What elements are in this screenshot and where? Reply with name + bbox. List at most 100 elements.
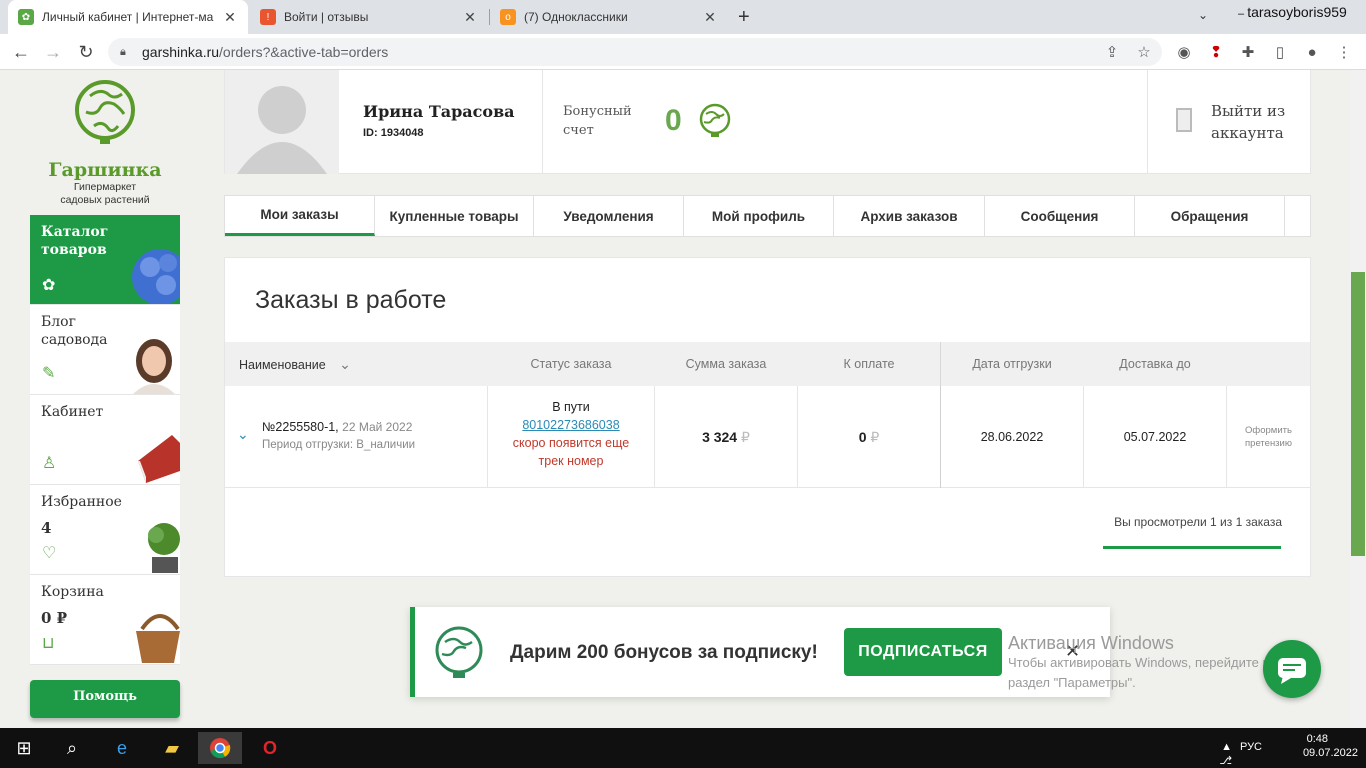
browser-tab-active[interactable]: ✿ Личный кабинет | Интернет-ма ✕ bbox=[8, 0, 248, 34]
otzovik-favicon-icon: ! bbox=[260, 9, 276, 25]
subscribe-button[interactable]: ПОДПИСАТЬСЯ bbox=[844, 628, 1002, 676]
logout-link[interactable]: Выйти из аккаунта bbox=[1211, 100, 1285, 144]
order-name-cell: ⌄ №2255580-1, 22 Май 2022 Период отгрузк… bbox=[225, 386, 488, 488]
sidebar-item-cabinet[interactable]: Кабинет ♙ bbox=[30, 395, 180, 485]
clock-date[interactable]: 09.07.2022 bbox=[1303, 746, 1358, 760]
delivery-date-cell: 05.07.2022 bbox=[1084, 386, 1227, 488]
user-id: ID: 1934048 bbox=[363, 127, 424, 139]
help-button[interactable]: Помощь bbox=[30, 680, 180, 718]
opera-icon[interactable]: O bbox=[248, 732, 292, 764]
column-header-sum: Сумма заказа bbox=[685, 357, 767, 371]
windows-start-icon[interactable]: ⊞ bbox=[2, 732, 46, 764]
avatar-placeholder-icon bbox=[237, 86, 327, 174]
account-tabs: Мои заказы Купленные товары Уведомления … bbox=[224, 195, 1311, 237]
url-host: garshinka.ru bbox=[142, 44, 220, 60]
tab-notifications[interactable]: Уведомления bbox=[534, 196, 684, 236]
claim-link[interactable]: Оформить претензию bbox=[1227, 386, 1310, 488]
sidebar-item-cart[interactable]: Корзина 0 ₽ ⊔ bbox=[30, 575, 180, 665]
browser-menu-icon[interactable]: ⋮ bbox=[1334, 42, 1354, 62]
close-tab-icon[interactable]: ✕ bbox=[222, 9, 238, 26]
extension-red-icon[interactable]: ❢ bbox=[1206, 42, 1226, 62]
table-row[interactable]: ⌄ №2255580-1, 22 Май 2022 Период отгрузк… bbox=[225, 386, 1310, 488]
chrome-logo bbox=[210, 738, 231, 759]
garshinka-favicon-icon: ✿ bbox=[18, 9, 34, 25]
currency-icon: ₽ bbox=[870, 429, 880, 445]
tab-purchased-goods[interactable]: Купленные товары bbox=[375, 196, 534, 236]
tracking-number-link[interactable]: 80102273686038 bbox=[522, 418, 619, 432]
tab-search-chevron-icon[interactable]: ⌄ bbox=[1198, 8, 1208, 22]
logout-door-icon[interactable] bbox=[1176, 108, 1192, 132]
clock-time[interactable]: 0:48 bbox=[1303, 732, 1328, 746]
side-panel-icon[interactable]: ▯ bbox=[1270, 42, 1290, 62]
pencil-icon: ✎ bbox=[42, 365, 56, 382]
sidebar-item-label: Блог садовода bbox=[41, 314, 108, 348]
browser-tab[interactable]: о (7) Одноклассники ✕ bbox=[490, 0, 728, 34]
basket-icon: ⊔ bbox=[42, 635, 55, 652]
sidebar-item-catalog[interactable]: Каталог товаров ✿ bbox=[30, 215, 180, 305]
search-icon[interactable]: ⌕ bbox=[50, 732, 94, 764]
browser-tab-bar: ✿ Личный кабинет | Интернет-ма ✕ ! Войти… bbox=[0, 0, 1366, 34]
column-header-to-pay: К оплате bbox=[843, 357, 895, 371]
back-arrow-icon[interactable]: ← bbox=[10, 41, 32, 63]
extension-film-icon[interactable]: ◉ bbox=[1174, 42, 1194, 62]
language-indicator[interactable]: РУС bbox=[1240, 740, 1262, 754]
order-to-pay-cell: 0 ₽ bbox=[798, 386, 941, 488]
chat-button[interactable] bbox=[1263, 640, 1321, 698]
track-note: скоро появится еще bbox=[512, 436, 630, 450]
close-tab-icon[interactable]: ✕ bbox=[462, 9, 478, 26]
avatar[interactable] bbox=[225, 70, 339, 174]
tab-order-archive[interactable]: Архив заказов bbox=[834, 196, 985, 236]
order-number-line: №2255580-1, 22 Май 2022 bbox=[262, 420, 412, 434]
chrome-icon[interactable] bbox=[198, 732, 242, 764]
bookmark-star-icon[interactable]: ☆ bbox=[1134, 42, 1154, 62]
flower-icon: ✿ bbox=[42, 277, 56, 294]
order-date: 22 Май 2022 bbox=[342, 420, 413, 434]
bonus-label: Бонусный счет bbox=[563, 104, 632, 138]
divider bbox=[1147, 70, 1148, 174]
close-tab-icon[interactable]: ✕ bbox=[702, 9, 718, 26]
share-icon[interactable]: ⇪ bbox=[1102, 42, 1122, 62]
brand-tagline: садовых растений bbox=[60, 194, 150, 206]
table-header: Наименование ⌄ Статус заказа Сумма заказ… bbox=[225, 342, 1310, 386]
tab-my-profile[interactable]: Мой профиль bbox=[684, 196, 834, 236]
sidebar-item-favorites[interactable]: Избранное 4 ♡ bbox=[30, 485, 180, 575]
extensions-puzzle-icon[interactable]: ✚ bbox=[1238, 42, 1258, 62]
delivery-date: 05.07.2022 bbox=[1123, 430, 1187, 444]
order-status-cell: В пути 80102273686038 скоро появится еще… bbox=[488, 386, 655, 488]
column-header-name[interactable]: Наименование ⌄ bbox=[239, 342, 351, 386]
tray-icons[interactable]: ▲ ⎇ ♪ bbox=[1219, 740, 1232, 768]
sidebar-item-blog[interactable]: Блог садовода ✎ bbox=[30, 305, 180, 395]
lock-icon: 🔒︎ bbox=[120, 45, 126, 58]
subscribe-banner: Дарим 200 бонусов за подписку! ПОДПИСАТЬ… bbox=[410, 607, 1110, 697]
internet-explorer-icon[interactable]: e bbox=[100, 732, 144, 764]
tab-requests[interactable]: Обращения bbox=[1135, 196, 1285, 236]
column-header-delivery: Доставка до bbox=[1119, 357, 1191, 371]
sidebar-item-label: Корзина bbox=[41, 584, 104, 600]
heart-icon: ♡ bbox=[42, 545, 57, 562]
new-tab-icon[interactable]: + bbox=[738, 6, 750, 29]
windows-activation-watermark: Активация Windows Чтобы активировать Win… bbox=[1008, 633, 1270, 690]
hydrangea-image bbox=[132, 249, 180, 304]
site-logo[interactable]: Гаршинка Гипермаркет садовых растений bbox=[30, 76, 180, 211]
reload-icon[interactable]: ↻ bbox=[75, 41, 97, 63]
expand-chevron-icon[interactable]: ⌄ bbox=[237, 426, 249, 443]
order-number[interactable]: №2255580-1, bbox=[262, 420, 339, 434]
order-sum: 3 324 bbox=[702, 429, 738, 445]
window-title-user: – tarasoyboris959 bbox=[1238, 4, 1347, 20]
browser-tab[interactable]: ! Войти | отзывы ✕ bbox=[250, 0, 488, 34]
forward-arrow-icon[interactable]: → bbox=[42, 41, 64, 63]
sort-chevron-down-icon[interactable]: ⌄ bbox=[339, 356, 351, 372]
file-explorer-icon[interactable]: ▰ bbox=[150, 732, 194, 764]
shipping-period: Период отгрузки: В_наличии bbox=[262, 439, 416, 451]
pagination-summary: Вы просмотрели 1 из 1 заказа bbox=[1114, 515, 1282, 529]
tab-title: Войти | отзывы bbox=[284, 10, 369, 24]
address-bar[interactable]: 🔒︎ garshinka.ru/orders?&active-tab=order… bbox=[108, 38, 1162, 66]
system-tray[interactable]: ▲ ⎇ ♪ РУС 0:48 09.07.2022 bbox=[1219, 732, 1358, 767]
profile-avatar-icon[interactable]: ● bbox=[1302, 42, 1322, 62]
track-note: трек номер bbox=[538, 454, 604, 468]
scrollbar-thumb[interactable] bbox=[1351, 272, 1365, 556]
orders-panel: Заказы в работе Наименование ⌄ Статус за… bbox=[224, 257, 1311, 577]
tab-my-orders[interactable]: Мои заказы bbox=[225, 196, 375, 236]
tab-messages[interactable]: Сообщения bbox=[985, 196, 1135, 236]
subscribe-text: Дарим 200 бонусов за подписку! bbox=[510, 642, 818, 663]
